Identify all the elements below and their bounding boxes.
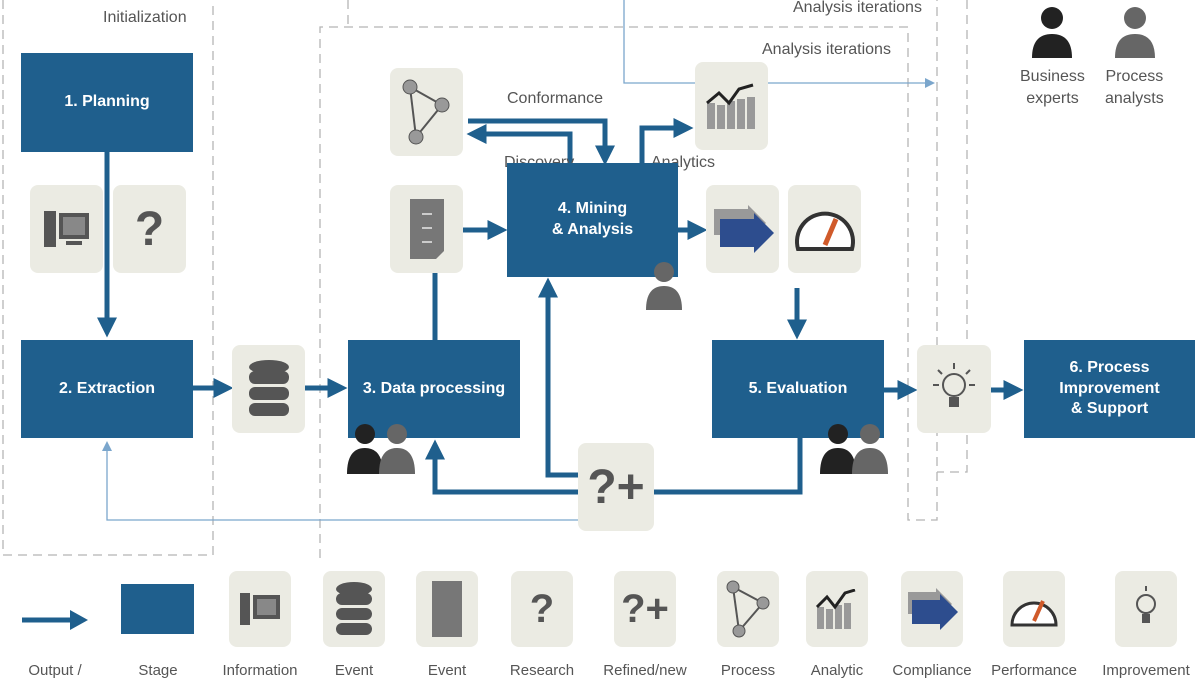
research-question-icon: ? (113, 185, 186, 273)
legend-label: Output / (28, 662, 82, 679)
stage-planning-label: 1. Planning (64, 93, 150, 111)
analysis-iterations-inner-label: Analysis iterations (762, 41, 891, 58)
legend-label: Refined/new (603, 662, 687, 679)
legend-label: Performance (991, 662, 1077, 679)
legend-event-data-icon (323, 571, 385, 647)
stage-6-line1: 6. Process (1069, 358, 1150, 376)
business-experts-label: Business experts (1020, 66, 1085, 110)
compliance-arrow-icon (706, 185, 779, 273)
refined-question-icon: ?+ (578, 443, 654, 531)
business-expert-icon (1032, 7, 1072, 58)
research-glyph: ? (134, 202, 165, 256)
conformance-label: Conformance (507, 90, 604, 107)
legend-label: Analytic (810, 662, 864, 679)
stage-evaluation-label: 5. Evaluation (748, 379, 848, 397)
legend-label: Event (334, 662, 374, 679)
stage-process-improvement: 6. Process Improvement & Support (1024, 340, 1195, 438)
analysis-iterations-outer-label: Analysis iterations (793, 0, 922, 16)
improvement-lightbulb-icon (917, 345, 991, 433)
expert-and-analyst-icon (820, 424, 888, 474)
process-analyst-icon (1115, 7, 1155, 58)
legend-refined-glyph: ?+ (621, 586, 669, 631)
analyst-line1: Process (1105, 68, 1164, 85)
legend-analytic-icon (806, 571, 868, 647)
process-analysts-label: Process analysts (1105, 66, 1164, 110)
performance-gauge-icon (788, 185, 861, 273)
initialization-label: Initialization (103, 9, 187, 26)
legend-label: Research (509, 662, 575, 679)
stage-extraction-label: 2. Extraction (58, 379, 156, 397)
process-model-icon (390, 68, 463, 156)
refined-glyph: ?+ (587, 460, 645, 514)
business-line2: experts (1026, 90, 1079, 107)
business-line1: Business (1020, 68, 1085, 85)
computer-icon (30, 185, 103, 273)
event-log-icon (390, 185, 463, 273)
stage-extraction: 2. Extraction (21, 340, 193, 438)
event-database-icon (232, 345, 305, 433)
stage-analysis-label: & Analysis (551, 221, 634, 238)
legend-process-model-icon (717, 571, 779, 647)
legend-label: Process (720, 662, 776, 679)
analyst-icon (646, 262, 682, 310)
stage-6-line2: Improvement (1059, 379, 1160, 397)
stage-data-processing-label: 3. Data processing (362, 379, 506, 397)
stage-mining-label: 4. Mining (557, 200, 628, 218)
analyst-line2: analysts (1105, 90, 1164, 107)
legend-information-icon (229, 571, 291, 647)
legend-compliance-icon (901, 571, 963, 647)
legend-research-icon: ? (511, 571, 573, 647)
legend-performance-icon (1003, 571, 1065, 647)
legend-refined-icon: ?+ (614, 571, 676, 647)
expert-and-analyst-icon (347, 424, 415, 474)
legend-research-glyph: ? (529, 586, 555, 631)
legend-label: Improvement (1102, 662, 1190, 679)
stage-planning: 1. Planning (21, 53, 193, 152)
legend-improvement-icon (1115, 571, 1177, 647)
analytic-chart-icon (695, 62, 768, 150)
legend-label: Event (427, 662, 467, 679)
legend-label: Information (222, 662, 298, 679)
stage-6-line3: & Support (1070, 400, 1149, 418)
legend-event-log-icon (416, 571, 478, 647)
legend-label: Stage (138, 662, 178, 679)
legend-label: Compliance (892, 662, 972, 679)
legend-arrow-icon (22, 610, 88, 630)
legend-stage-swatch (121, 584, 194, 634)
